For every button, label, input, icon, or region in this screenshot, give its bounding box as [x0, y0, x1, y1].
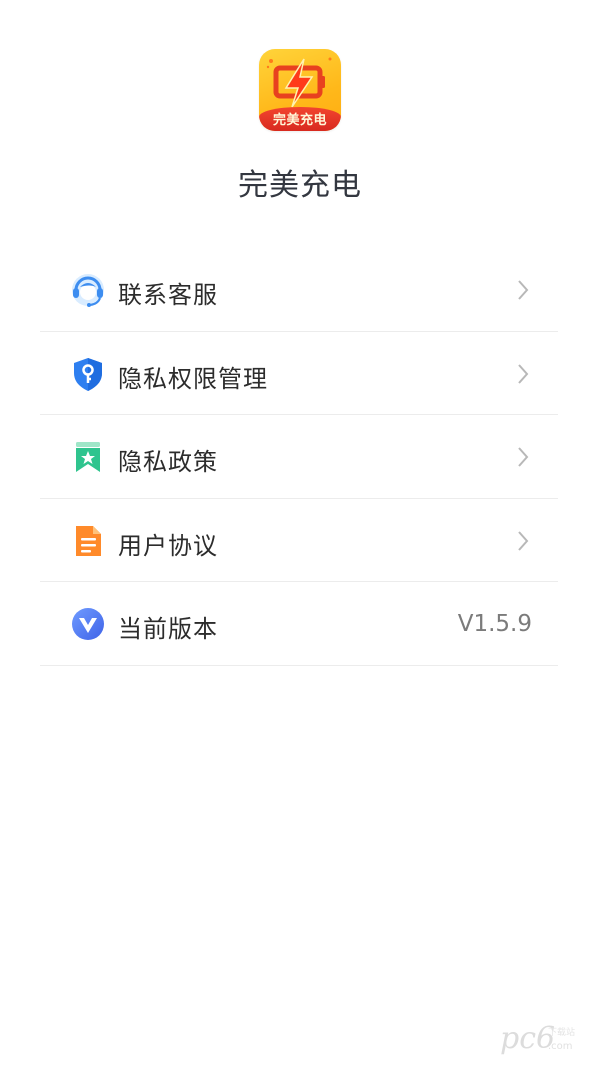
- watermark-url: .com: [548, 1041, 573, 1052]
- bookmark-star-icon: [76, 442, 100, 472]
- menu-label-permissions: 隐私权限管理: [118, 364, 268, 393]
- menu-item-privacy[interactable]: 隐私政策: [40, 415, 558, 499]
- chevron-right-icon: [518, 363, 529, 384]
- watermark: pc6 下载站 .com: [500, 1021, 592, 1061]
- app-header: 完美充电 完美充电: [0, 0, 600, 230]
- app-name: 完美充电: [238, 168, 362, 203]
- chevron-right-icon: [518, 280, 529, 300]
- menu-label-version: 当前版本: [118, 615, 218, 643]
- menu-label-contact: 联系客服: [118, 281, 218, 309]
- logo-text: 完美充电: [272, 113, 327, 128]
- shield-key-icon: [74, 357, 102, 391]
- document-icon: [76, 525, 101, 556]
- chevron-right-icon: [518, 447, 529, 467]
- watermark-sub: 下载站: [548, 1028, 576, 1038]
- chevron-right-icon: [518, 530, 529, 551]
- headset-icon: [72, 274, 104, 307]
- menu-item-agreement[interactable]: 用户协议: [40, 499, 558, 582]
- v-logo-icon: [72, 608, 104, 640]
- menu-item-contact[interactable]: 联系客服: [40, 248, 558, 332]
- menu-item-version: 当前版本 V1.5.9: [40, 582, 558, 666]
- settings-menu: 联系客服 隐私权限管理 隐私政策 用户协议 当前版本 V1.5.9: [40, 248, 558, 666]
- version-value: V1.5.9: [457, 611, 532, 637]
- app-logo: 完美充电: [259, 49, 341, 131]
- menu-label-privacy: 隐私政策: [118, 448, 218, 476]
- menu-label-agreement: 用户协议: [118, 531, 218, 560]
- watermark-logo: pc6: [500, 1021, 556, 1056]
- menu-item-permissions[interactable]: 隐私权限管理: [40, 332, 558, 415]
